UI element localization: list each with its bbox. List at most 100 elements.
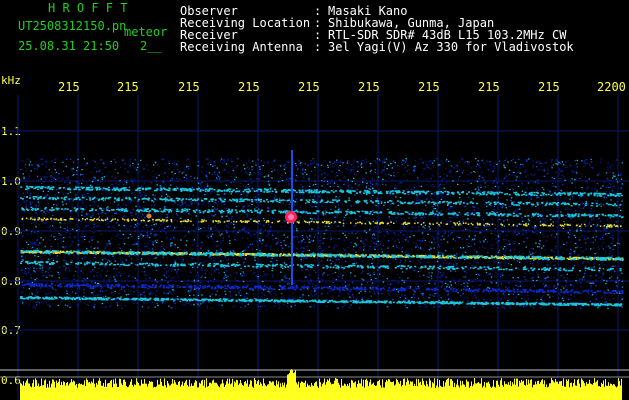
noise-pixel [45, 160, 48, 162]
noise-pixel [259, 237, 261, 240]
noise-pixel [210, 307, 213, 309]
noise-pixel [228, 235, 230, 237]
noise-pixel [304, 241, 306, 243]
noise-pixel [525, 279, 527, 281]
noise-pixel [580, 250, 582, 252]
noise-pixel [45, 199, 47, 201]
noise-pixel [168, 162, 170, 165]
noise-pixel [373, 273, 375, 275]
noise-pixel [434, 282, 436, 284]
noise-pixel [591, 219, 593, 221]
noise-pixel [76, 288, 79, 290]
noise-pixel [418, 267, 420, 269]
noise-pixel [271, 171, 273, 173]
noise-pixel [225, 279, 228, 281]
noise-pixel [435, 277, 438, 279]
noise-pixel [81, 257, 84, 259]
noise-pixel [338, 169, 340, 171]
noise-pixel [571, 182, 573, 184]
noise-pixel [149, 266, 152, 268]
noise-pixel [32, 306, 34, 308]
noise-pixel [240, 267, 242, 269]
noise-pixel [554, 260, 557, 262]
noise-pixel [426, 184, 428, 186]
noise-pixel [188, 168, 190, 170]
noise-pixel [322, 242, 324, 244]
noise-pixel [368, 272, 371, 274]
noise-pixel [462, 215, 464, 218]
noise-pixel [316, 186, 318, 188]
noise-pixel [412, 166, 415, 168]
noise-pixel [595, 236, 597, 238]
noise-pixel [353, 258, 355, 260]
noise-pixel [521, 220, 524, 222]
noise-pixel [164, 275, 166, 277]
noise-pixel [331, 284, 333, 287]
noise-pixel [247, 228, 250, 230]
noise-pixel [459, 170, 461, 172]
noise-pixel [364, 230, 366, 232]
noise-pixel [397, 234, 399, 236]
noise-pixel [198, 275, 200, 277]
noise-pixel [128, 276, 130, 278]
noise-pixel [589, 221, 591, 223]
noise-pixel [335, 172, 338, 174]
noise-pixel [238, 287, 241, 289]
noise-pixel [356, 188, 358, 191]
noise-pixel [146, 274, 148, 277]
noise-pixel [93, 232, 95, 234]
noise-pixel [320, 247, 322, 249]
noise-pixel [379, 160, 381, 162]
noise-pixel [22, 199, 25, 201]
noise-pixel [65, 188, 67, 190]
noise-pixel [593, 305, 596, 308]
noise-pixel [287, 281, 289, 283]
noise-pixel [584, 265, 587, 267]
noise-pixel [21, 292, 23, 294]
noise-pixel [353, 159, 356, 161]
noise-pixel [144, 246, 146, 248]
noise-pixel [603, 196, 605, 198]
noise-pixel [256, 267, 258, 269]
noise-pixel [264, 175, 267, 177]
noise-pixel [452, 286, 454, 288]
noise-pixel [123, 225, 125, 227]
noise-pixel [444, 258, 446, 260]
noise-pixel [258, 196, 260, 198]
noise-pixel [503, 239, 505, 241]
noise-pixel [362, 181, 364, 183]
noise-pixel [138, 170, 141, 172]
noise-pixel [186, 166, 188, 168]
noise-pixel [377, 176, 380, 178]
noise-pixel [526, 159, 528, 161]
noise-pixel [562, 300, 565, 302]
noise-pixel [533, 307, 535, 309]
noise-pixel [271, 177, 273, 179]
noise-pixel [483, 241, 485, 243]
noise-pixel [620, 209, 622, 211]
noise-pixel [201, 181, 203, 183]
noise-pixel [293, 204, 296, 206]
noise-pixel [100, 230, 102, 232]
noise-pixel [132, 276, 134, 278]
noise-pixel [117, 233, 120, 235]
noise-pixel [379, 273, 381, 275]
noise-pixel [563, 221, 565, 223]
noise-pixel [450, 206, 452, 208]
noise-pixel [41, 248, 43, 250]
noise-pixel [109, 171, 111, 173]
noise-pixel [108, 240, 110, 242]
noise-pixel [353, 262, 355, 265]
noise-pixel [201, 185, 203, 187]
noise-pixel [385, 228, 387, 230]
noise-pixel [537, 276, 540, 278]
noise-pixel [347, 205, 349, 207]
noise-pixel [399, 296, 401, 298]
noise-pixel [22, 173, 24, 175]
noise-pixel [582, 276, 585, 278]
noise-pixel [512, 232, 515, 234]
noise-pixel [38, 205, 40, 207]
noise-pixel [612, 238, 614, 240]
noise-pixel [81, 214, 83, 216]
noise-pixel [345, 168, 347, 170]
